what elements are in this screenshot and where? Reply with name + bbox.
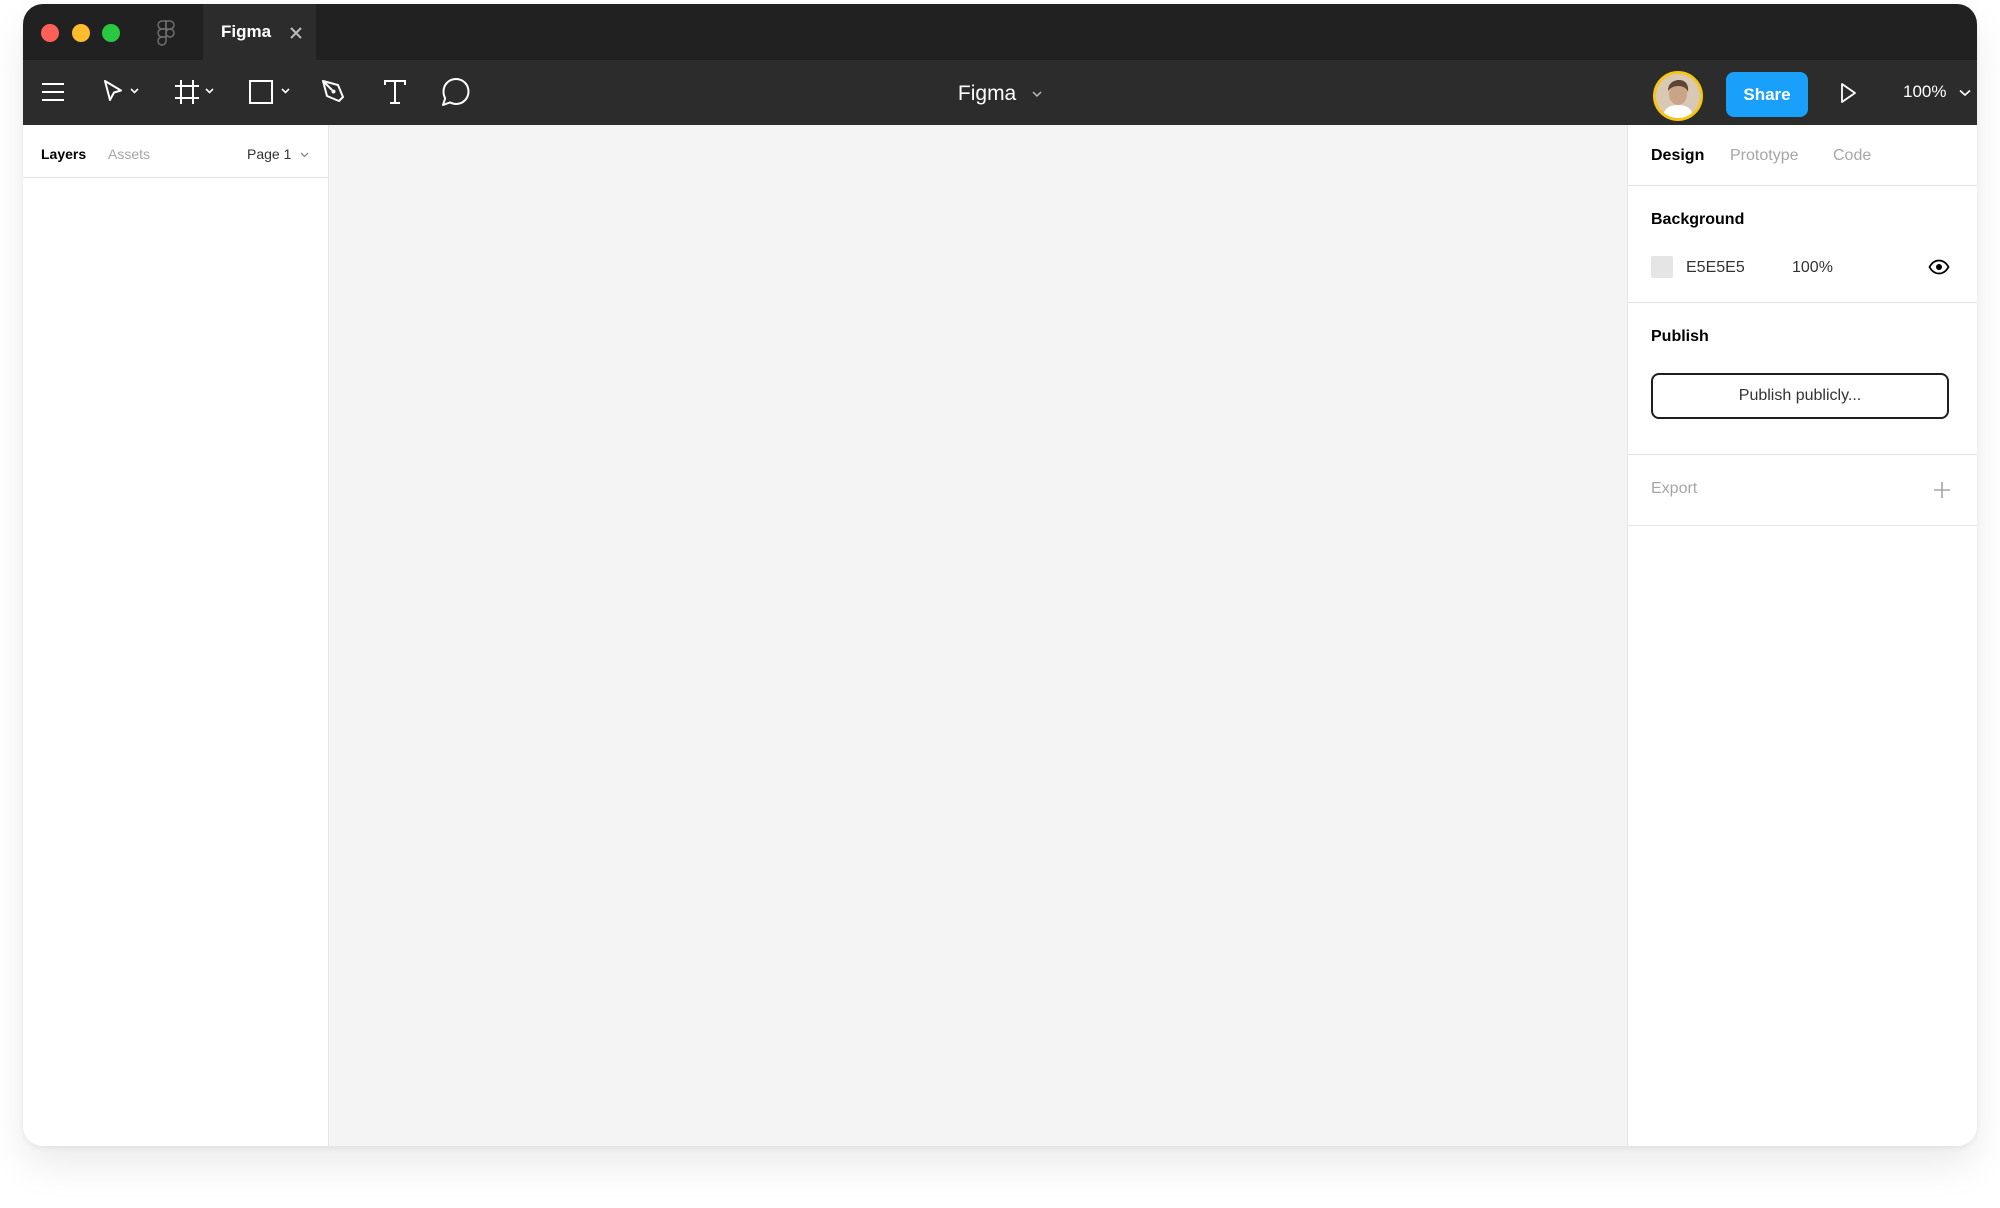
background-opacity-input[interactable]: 100% bbox=[1792, 259, 1833, 277]
properties-panel: Design Prototype Code Background E5E5E5 … bbox=[1627, 125, 1977, 1146]
tab-design[interactable]: Design bbox=[1651, 147, 1704, 165]
export-section: Export bbox=[1628, 455, 1977, 526]
figma-logo-icon[interactable] bbox=[157, 20, 175, 47]
tab-title: Figma bbox=[221, 22, 272, 41]
file-title-dropdown[interactable]: Figma bbox=[958, 82, 1042, 106]
canvas[interactable] bbox=[329, 125, 1627, 1146]
background-hex-input[interactable]: E5E5E5 bbox=[1686, 259, 1745, 277]
toolbar: Figma Share 100% bbox=[23, 60, 1977, 125]
publish-publicly-button[interactable]: Publish publicly... bbox=[1651, 373, 1949, 419]
minimize-window-button[interactable] bbox=[72, 24, 90, 42]
layers-panel-header: Layers Assets Page 1 bbox=[23, 125, 328, 178]
avatar[interactable] bbox=[1653, 71, 1703, 121]
tab-layers[interactable]: Layers bbox=[41, 146, 86, 162]
comment-tool-icon[interactable] bbox=[440, 76, 472, 108]
properties-tabs: Design Prototype Code bbox=[1628, 125, 1977, 186]
export-title: Export bbox=[1651, 480, 1698, 497]
file-tab[interactable]: Figma bbox=[203, 4, 316, 60]
close-window-button[interactable] bbox=[41, 24, 59, 42]
tab-prototype[interactable]: Prototype bbox=[1730, 147, 1798, 165]
move-tool-icon[interactable] bbox=[101, 78, 141, 106]
close-icon[interactable] bbox=[289, 26, 303, 40]
page-label: Page 1 bbox=[247, 146, 292, 162]
background-color-swatch[interactable] bbox=[1651, 256, 1673, 278]
file-title: Figma bbox=[957, 82, 1017, 105]
pen-tool-icon[interactable] bbox=[319, 77, 349, 107]
tab-code[interactable]: Code bbox=[1833, 147, 1871, 165]
text-tool-icon[interactable] bbox=[381, 77, 409, 107]
zoom-label: 100% bbox=[1903, 82, 1947, 101]
plus-icon[interactable] bbox=[1933, 481, 1951, 499]
background-title: Background bbox=[1651, 211, 1745, 228]
maximize-window-button[interactable] bbox=[102, 24, 120, 42]
page-dropdown[interactable]: Page 1 bbox=[247, 146, 309, 162]
play-icon[interactable] bbox=[1838, 82, 1858, 104]
zoom-dropdown[interactable]: 100% bbox=[1903, 82, 1971, 102]
app-window: Figma Figma Share 100% Layers Assets Pag… bbox=[23, 4, 1977, 1146]
frame-tool-icon[interactable] bbox=[173, 78, 215, 106]
publish-title: Publish bbox=[1651, 328, 1709, 345]
rectangle-tool-icon[interactable] bbox=[247, 78, 291, 106]
eye-icon[interactable] bbox=[1928, 259, 1950, 275]
publish-section: Publish Publish publicly... bbox=[1628, 303, 1977, 455]
chevron-down-icon bbox=[1032, 91, 1042, 98]
tab-assets[interactable]: Assets bbox=[108, 146, 150, 162]
layers-panel: Layers Assets Page 1 bbox=[23, 125, 329, 1146]
chevron-down-icon bbox=[1959, 89, 1971, 96]
share-button[interactable]: Share bbox=[1726, 72, 1808, 117]
title-bar: Figma bbox=[23, 4, 1977, 60]
user-photo bbox=[1656, 74, 1700, 118]
chevron-down-icon bbox=[300, 152, 309, 158]
menu-icon[interactable] bbox=[41, 81, 65, 103]
background-section: Background E5E5E5 100% bbox=[1628, 186, 1977, 303]
